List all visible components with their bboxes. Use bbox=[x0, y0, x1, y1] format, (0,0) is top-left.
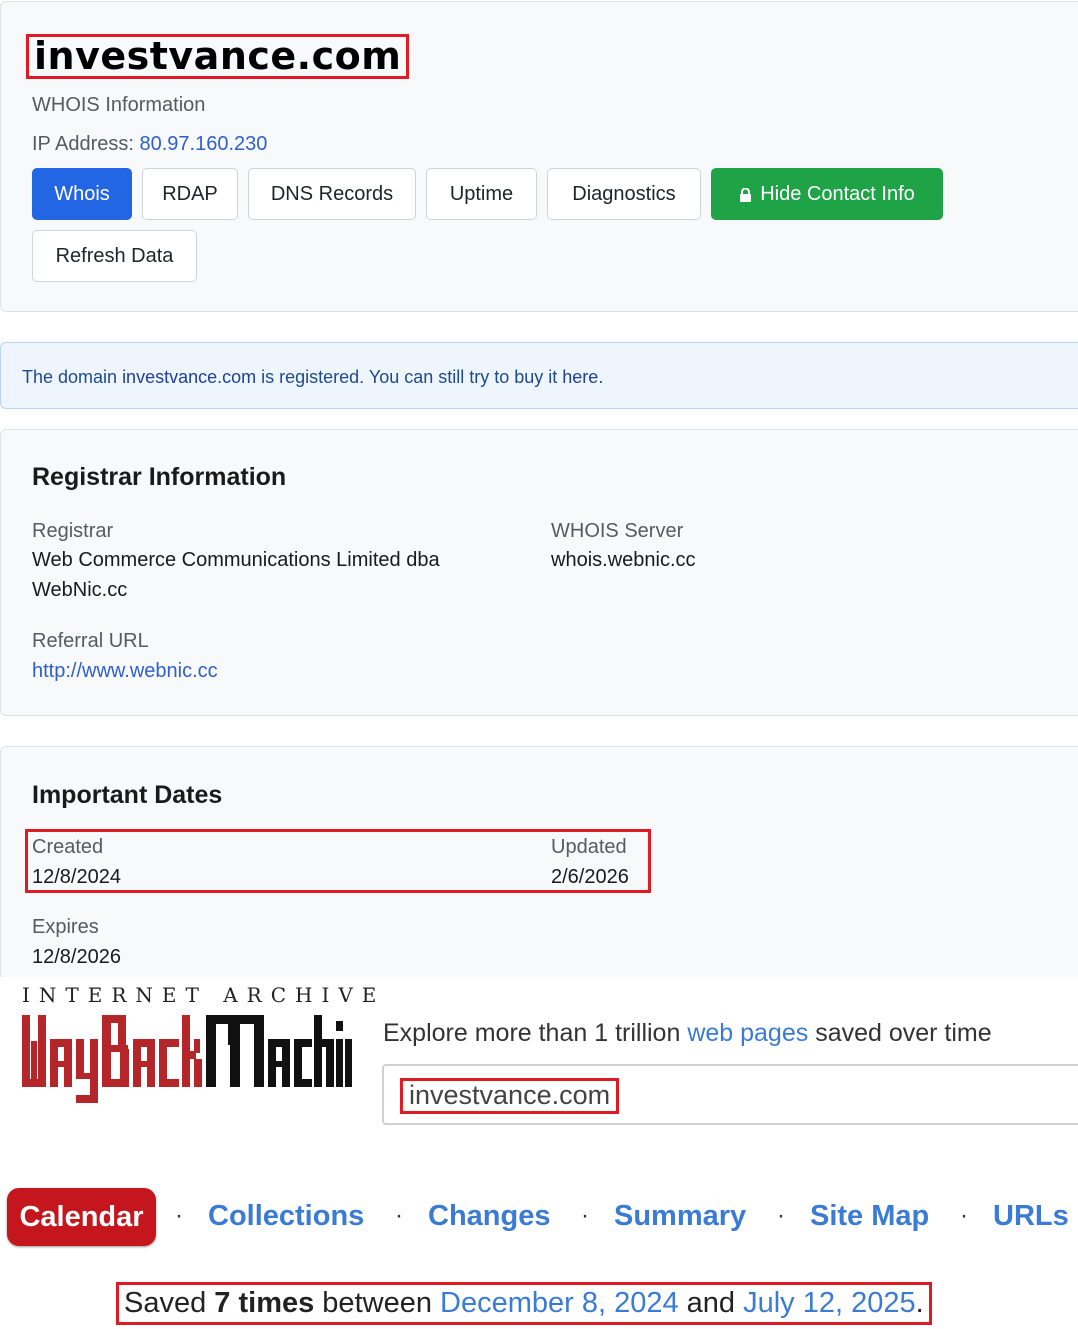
alert-prefix: The domain bbox=[22, 367, 123, 387]
saved-captures-summary: Saved 7 times between December 8, 2024 a… bbox=[116, 1282, 932, 1325]
domain-header-card: investvance.com WHOIS Information IP Add… bbox=[0, 1, 1078, 312]
wayback-machine-logo[interactable] bbox=[20, 1011, 352, 1103]
explore-suffix: saved over time bbox=[808, 1019, 992, 1047]
hide-contact-info-button[interactable]: Hide Contact Info bbox=[711, 168, 943, 220]
saved-and: and bbox=[678, 1287, 744, 1319]
nav-separator: · bbox=[777, 1202, 785, 1229]
web-pages-link[interactable]: web pages bbox=[687, 1019, 808, 1047]
search-input-value: investvance.com bbox=[400, 1078, 620, 1114]
lock-icon bbox=[740, 188, 752, 202]
saved-end: . bbox=[915, 1287, 924, 1319]
nav-separator: · bbox=[960, 1202, 968, 1229]
expires-value: 12/8/2026 bbox=[32, 946, 121, 968]
wayback-search-input[interactable]: investvance.com bbox=[382, 1064, 1078, 1125]
dates-section-title: Important Dates bbox=[32, 781, 223, 809]
diagnostics-tab-button[interactable]: Diagnostics bbox=[547, 168, 701, 220]
referral-url-link[interactable]: http://www.webnic.cc bbox=[32, 660, 218, 683]
saved-prefix: Saved bbox=[124, 1287, 215, 1319]
domain-title: investvance.com bbox=[26, 34, 410, 79]
saved-count: 7 times bbox=[214, 1287, 315, 1319]
created-value: 12/8/2024 bbox=[32, 866, 121, 888]
hide-contact-info-label: Hide Contact Info bbox=[760, 182, 915, 205]
registrar-value-line1: Web Commerce Communications Limited dba bbox=[32, 549, 440, 571]
wayback-nav: Calendar · Collections · Changes · Summa… bbox=[0, 1188, 1078, 1248]
created-label: Created bbox=[32, 836, 104, 858]
uptime-tab-button[interactable]: Uptime bbox=[426, 168, 537, 220]
ip-address-link[interactable]: 80.97.160.230 bbox=[139, 133, 267, 155]
alert-suffix: . bbox=[598, 367, 604, 387]
saved-between: between bbox=[314, 1287, 441, 1319]
buy-here-link[interactable]: here bbox=[562, 367, 598, 387]
collections-link[interactable]: Collections bbox=[208, 1200, 364, 1233]
registration-alert: The domain investvance.com is registered… bbox=[0, 342, 1078, 409]
alert-domain-link[interactable]: investvance.com bbox=[122, 367, 256, 387]
ip-address-line: IP Address: 80.97.160.230 bbox=[32, 133, 267, 156]
refresh-data-button[interactable]: Refresh Data bbox=[32, 230, 197, 282]
alert-text: The domain investvance.com is registered… bbox=[22, 367, 603, 388]
registrar-label: Registrar bbox=[32, 520, 114, 542]
urls-link[interactable]: URLs bbox=[993, 1200, 1069, 1233]
registrar-info-card: Registrar Information Registrar Web Comm… bbox=[0, 429, 1078, 716]
wayback-machine-section: INTERNET ARCHIVE Explore more than 1 tri… bbox=[0, 977, 1078, 1329]
changes-link[interactable]: Changes bbox=[428, 1200, 550, 1233]
referral-url-label: Referral URL bbox=[32, 630, 149, 652]
nav-separator: · bbox=[395, 1202, 403, 1229]
first-capture-link[interactable]: December 8, 2024 bbox=[440, 1287, 679, 1319]
whois-server-label: WHOIS Server bbox=[551, 520, 684, 542]
whois-tab-button[interactable]: Whois bbox=[32, 168, 132, 220]
expires-label: Expires bbox=[32, 916, 99, 938]
registrar-section-title: Registrar Information bbox=[32, 463, 287, 491]
ip-label: IP Address: bbox=[32, 133, 140, 155]
rdap-tab-button[interactable]: RDAP bbox=[142, 168, 238, 220]
internet-archive-text: INTERNET ARCHIVE bbox=[22, 983, 386, 1007]
registrar-value-line2: WebNic.cc bbox=[32, 579, 128, 601]
site-map-link[interactable]: Site Map bbox=[810, 1200, 929, 1233]
summary-link[interactable]: Summary bbox=[614, 1200, 746, 1233]
last-capture-link[interactable]: July 12, 2025 bbox=[743, 1287, 916, 1319]
whois-subtitle: WHOIS Information bbox=[32, 94, 206, 116]
whois-server-value: whois.webnic.cc bbox=[551, 549, 696, 571]
nav-separator: · bbox=[175, 1202, 183, 1229]
updated-label: Updated bbox=[551, 836, 627, 858]
explore-text: Explore more than 1 trillion web pages s… bbox=[383, 1019, 992, 1048]
explore-prefix: Explore more than 1 trillion bbox=[383, 1019, 688, 1047]
updated-value: 2/6/2026 bbox=[551, 866, 629, 888]
alert-middle: is registered. You can still try to buy … bbox=[256, 367, 563, 387]
important-dates-card: Important Dates Created 12/8/2024 Update… bbox=[0, 746, 1078, 986]
calendar-button[interactable]: Calendar bbox=[7, 1188, 156, 1246]
dns-records-tab-button[interactable]: DNS Records bbox=[248, 168, 416, 220]
nav-separator: · bbox=[581, 1202, 589, 1229]
